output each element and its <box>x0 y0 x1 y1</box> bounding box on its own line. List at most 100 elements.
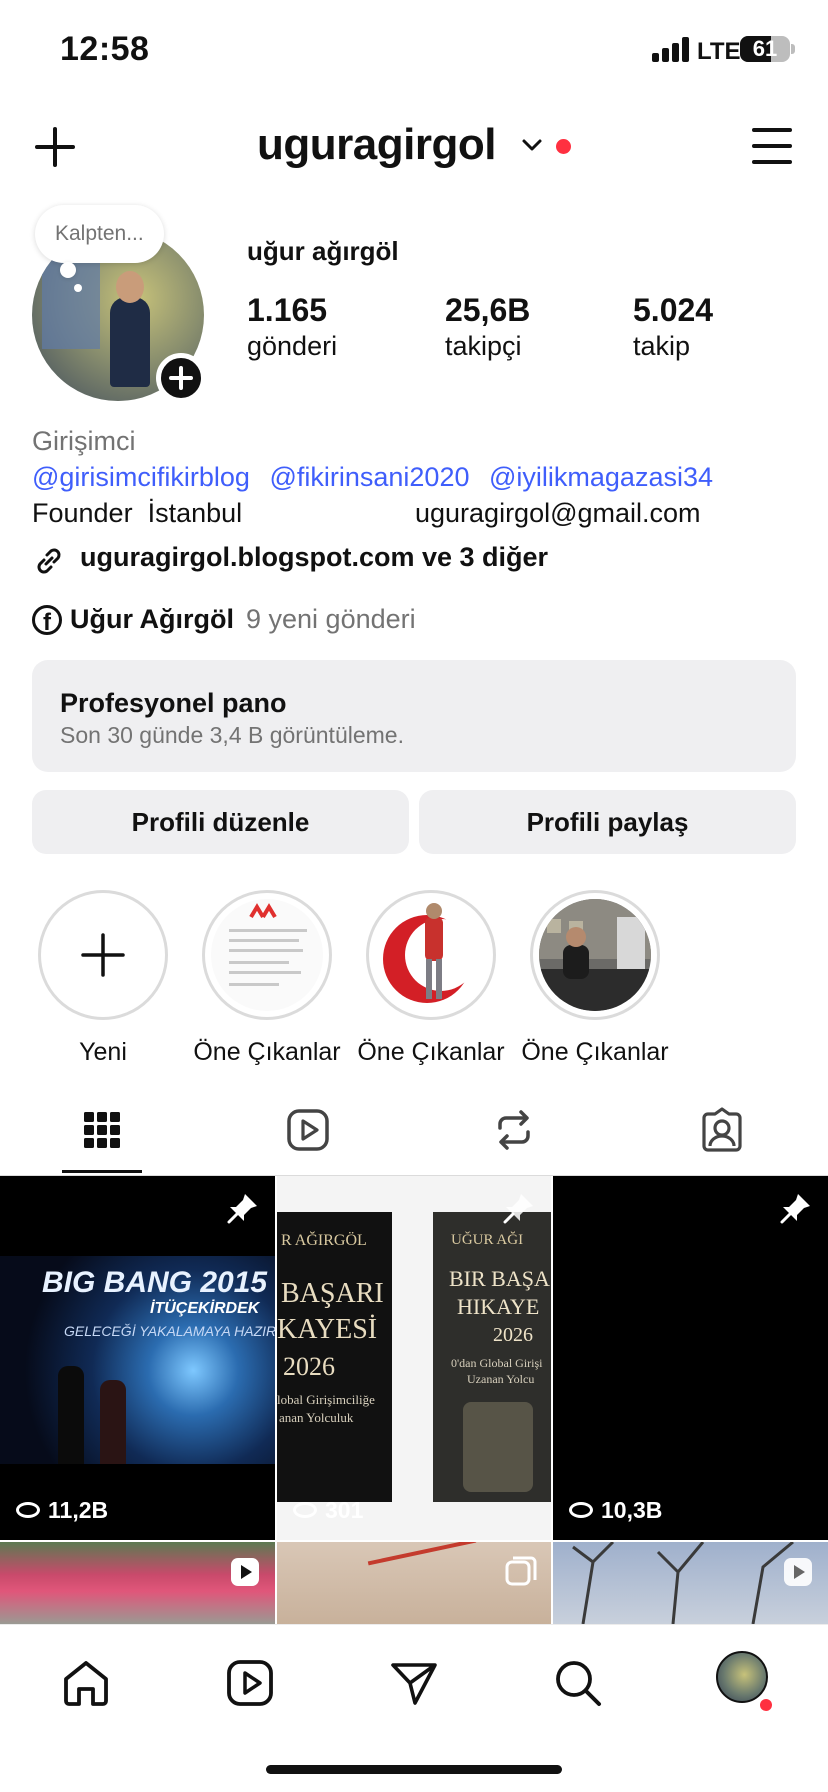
mention-link[interactable]: @fikirinsani2020 <box>269 462 469 492</box>
poster-person <box>58 1366 84 1464</box>
book-subtitle: lobal Girişimciliğe <box>277 1392 375 1407</box>
post-image: GELECEĞİ YAKALAMAYA HAZIR MISINIZ? BIG B… <box>0 1256 275 1464</box>
highlight-label: Öne Çıkanlar <box>521 1038 669 1066</box>
battery-tip <box>791 44 795 54</box>
avatar-person <box>110 297 150 387</box>
stat-followers[interactable]: 25,6B takipçi <box>445 292 530 362</box>
eye-icon <box>569 1501 593 1518</box>
facebook-icon: f <box>32 605 62 636</box>
signal-icon <box>652 36 692 62</box>
post-tile[interactable] <box>553 1542 828 1624</box>
edit-profile-button[interactable]: Profili düzenle <box>32 790 409 854</box>
tagged-icon[interactable] <box>698 1106 746 1154</box>
facebook-name: Uğur Ağırgöl <box>70 604 234 634</box>
book-cover: UĞUR AĞI BIR BAŞA HIKAYE 2026 0'dan Glob… <box>433 1212 551 1502</box>
post-tile[interactable]: 10,3B <box>553 1176 828 1540</box>
home-icon[interactable] <box>60 1657 112 1709</box>
book-year: 2026 <box>493 1324 533 1346</box>
profile-note[interactable]: Kalpten... <box>35 205 164 263</box>
eye-icon <box>16 1501 40 1518</box>
status-time: 12:58 <box>60 30 150 68</box>
profile-nav-avatar[interactable] <box>716 1651 768 1703</box>
dashboard-title: Profesyonel pano <box>60 688 287 718</box>
book-title-line: KAYESİ <box>277 1314 378 1345</box>
view-count-value: 10,3B <box>601 1497 663 1523</box>
profile-tabs <box>0 1096 828 1176</box>
highlight-thumbnail <box>375 899 487 1011</box>
username-title[interactable]: uguragirgol <box>257 120 496 170</box>
bio-email: uguragirgol@gmail.com <box>415 498 701 528</box>
notification-dot <box>760 1699 772 1711</box>
book-subtitle: 0'dan Global Girişi <box>451 1356 543 1370</box>
notification-dot <box>556 139 571 154</box>
post-image-trees <box>572 1542 794 1624</box>
avatar-head <box>116 271 144 303</box>
view-count: 301 <box>293 1497 363 1524</box>
view-count: 10,3B <box>569 1497 662 1524</box>
highlight-thumbnail <box>539 899 651 1011</box>
reels-nav-icon[interactable] <box>224 1657 276 1709</box>
link-icon <box>37 548 61 574</box>
full-name: uğur ağırgöl <box>247 236 399 266</box>
link-text[interactable]: uguragirgol.blogspot.com ve 3 diğer <box>80 542 548 573</box>
book-title-line: BAŞARI <box>281 1278 384 1309</box>
mention-link[interactable]: @iyilikmagazasi34 <box>489 462 713 492</box>
professional-dashboard[interactable]: Profesyonel pano Son 30 günde 3,4 B görü… <box>32 660 796 772</box>
repost-icon[interactable] <box>490 1106 538 1154</box>
post-image-detail <box>367 1542 477 1566</box>
stat-value: 25,6B <box>445 292 531 328</box>
post-tile[interactable] <box>277 1542 551 1624</box>
stat-following[interactable]: 5.024 takip <box>633 292 713 362</box>
pin-icon <box>227 1194 257 1224</box>
eye-icon <box>293 1501 317 1518</box>
poster-person <box>100 1380 126 1464</box>
search-icon[interactable] <box>552 1657 604 1709</box>
mention-link[interactable]: @girisimcifikirblog <box>32 462 250 492</box>
facebook-new-posts: 9 yeni gönderi <box>246 604 416 634</box>
book-title-line: HIKAYE <box>457 1294 540 1319</box>
stat-label: takipçi <box>445 331 522 361</box>
crescent-thumbnail-graphic <box>383 903 477 1003</box>
poster-title: BIG BANG 2015 <box>42 1266 268 1299</box>
note-bubble-tail <box>60 262 76 278</box>
stat-label: takip <box>633 331 691 361</box>
post-tile[interactable] <box>0 1542 275 1624</box>
post-tile[interactable]: GELECEĞİ YAKALAMAYA HAZIR MISINIZ? BIG B… <box>0 1176 275 1540</box>
pin-icon <box>503 1194 533 1224</box>
book-subtitle: Uzanan Yolcu <box>467 1372 535 1386</box>
add-story-icon[interactable] <box>156 353 206 403</box>
document-thumbnail-graphic <box>229 903 307 986</box>
dashboard-subtitle: Son 30 günde 3,4 B görüntüleme. <box>60 722 404 748</box>
reels-icon[interactable] <box>284 1106 332 1154</box>
book-year: 2026 <box>283 1352 335 1381</box>
grid-icon[interactable] <box>78 1106 126 1154</box>
pin-icon <box>780 1194 810 1224</box>
view-count: 11,2B <box>16 1497 108 1524</box>
poster-subtitle: GELECEĞİ YAKALAMAYA HAZIR MISINIZ? <box>64 1323 275 1339</box>
note-bubble-tail-small <box>74 284 82 292</box>
bottom-nav <box>0 1624 828 1792</box>
bio-text: Founder İstanbul <box>32 498 243 528</box>
carousel-icon <box>505 1556 537 1586</box>
menu-icon[interactable] <box>752 128 792 164</box>
stat-posts[interactable]: 1.165 gönderi <box>247 292 337 362</box>
battery-icon: 61 <box>740 36 790 62</box>
book-subtitle: anan Yolculuk <box>279 1410 354 1425</box>
post-tile[interactable]: R AĞIRGÖL BAŞARI KAYESİ 2026 lobal Giriş… <box>277 1176 551 1540</box>
share-profile-button[interactable]: Profili paylaş <box>419 790 796 854</box>
book-author: R AĞIRGÖL <box>281 1232 367 1249</box>
create-plus-icon[interactable] <box>34 126 76 168</box>
direct-message-icon[interactable] <box>388 1657 440 1709</box>
poster-brand: İTÜÇEKİRDEK <box>150 1300 260 1317</box>
highlight-thumbnail <box>211 899 323 1011</box>
plus-icon <box>81 933 125 977</box>
book-cover-photo <box>463 1402 533 1492</box>
chevron-down-icon[interactable] <box>521 134 543 156</box>
network-label: LTE <box>697 38 741 65</box>
book-cover: R AĞIRGÖL BAŞARI KAYESİ 2026 lobal Giriş… <box>277 1212 392 1502</box>
battery-level: 61 <box>752 36 778 61</box>
stat-label: gönderi <box>247 331 338 361</box>
home-indicator <box>266 1765 562 1774</box>
status-bar: 12:58 LTE 61 <box>0 0 828 100</box>
reel-icon <box>231 1558 259 1586</box>
